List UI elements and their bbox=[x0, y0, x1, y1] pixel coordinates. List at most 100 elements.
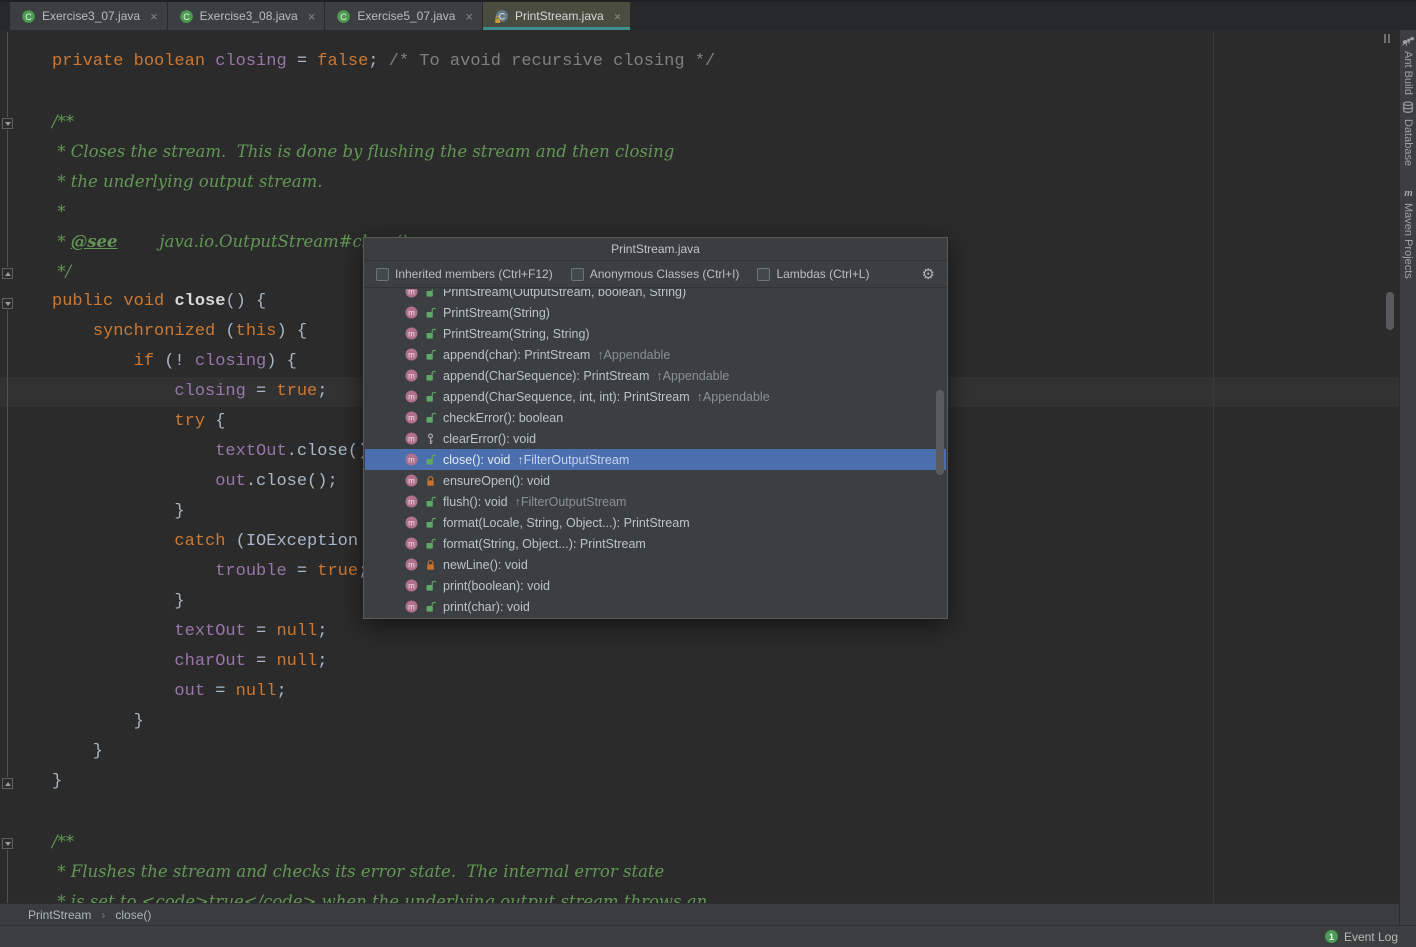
filter-inherited-members-ctrl-f12[interactable]: Inherited members (Ctrl+F12) bbox=[376, 267, 553, 281]
code-line[interactable]: private boolean closing = false; /* To a… bbox=[0, 47, 1399, 77]
fold-marker-icon[interactable] bbox=[2, 298, 13, 309]
structure-item-printstream[interactable]: mPrintStream(String) bbox=[365, 302, 946, 323]
structure-item-format[interactable]: mformat(String, Object...): PrintStream bbox=[365, 533, 946, 554]
structure-item-flush[interactable]: mflush(): void↑FilterOutputStream bbox=[365, 491, 946, 512]
code-token: synchronized bbox=[93, 322, 215, 341]
structure-item-ensureopen[interactable]: mensureOpen(): void bbox=[365, 470, 946, 491]
tab-exercise5-07-java[interactable]: CExercise5_07.java× bbox=[325, 2, 483, 30]
structure-item-newline[interactable]: mnewLine(): void bbox=[365, 554, 946, 575]
event-log-button[interactable]: 1 Event Log bbox=[1325, 930, 1398, 944]
tab-close-icon[interactable]: × bbox=[465, 10, 473, 23]
tab-exercise3-08-java[interactable]: CExercise3_08.java× bbox=[168, 2, 326, 30]
database-icon bbox=[1402, 101, 1414, 114]
code-line[interactable]: /** bbox=[0, 827, 1399, 857]
code-line[interactable]: } bbox=[0, 707, 1399, 737]
tab-close-icon[interactable]: × bbox=[614, 10, 622, 23]
code-line[interactable]: /** bbox=[0, 107, 1399, 137]
visibility-priv-icon bbox=[425, 475, 436, 487]
code-line[interactable]: } bbox=[0, 737, 1399, 767]
svg-text:C: C bbox=[25, 12, 32, 22]
code-token: (! bbox=[154, 352, 195, 371]
breadcrumb-item-printstream[interactable]: PrintStream bbox=[28, 908, 91, 922]
visibility-pub-icon bbox=[425, 454, 436, 466]
code-token: { bbox=[205, 412, 225, 431]
code-line[interactable]: textOut = null; bbox=[0, 617, 1399, 647]
code-token: if bbox=[134, 352, 154, 371]
code-line[interactable]: } bbox=[0, 767, 1399, 797]
code-line[interactable] bbox=[0, 77, 1399, 107]
structure-item-clearerror[interactable]: mclearError(): void bbox=[365, 428, 946, 449]
structure-item-label: append(CharSequence): PrintStream bbox=[443, 369, 649, 383]
tab-exercise3-07-java[interactable]: CExercise3_07.java× bbox=[10, 2, 168, 30]
tab-printstream-java[interactable]: CPrintStream.java× bbox=[483, 2, 631, 30]
code-token bbox=[52, 682, 174, 701]
structure-item-checkerror[interactable]: mcheckError(): boolean bbox=[365, 407, 946, 428]
visibility-pub-icon bbox=[425, 580, 436, 592]
inherited-from-label: ↑Appendable bbox=[656, 369, 729, 383]
structure-item-append[interactable]: mappend(char): PrintStream↑Appendable bbox=[365, 344, 946, 365]
code-line[interactable]: * Closes the stream. This is done by flu… bbox=[0, 137, 1399, 167]
filter-anonymous-classes-ctrl-i[interactable]: Anonymous Classes (Ctrl+I) bbox=[571, 267, 740, 281]
inherited-from-label: ↑FilterOutputStream bbox=[515, 495, 627, 509]
visibility-pub-icon bbox=[425, 349, 436, 361]
code-token bbox=[52, 652, 174, 671]
checkbox-icon[interactable] bbox=[757, 268, 770, 281]
code-token: } bbox=[52, 772, 62, 791]
structure-item-print[interactable]: mprint(boolean): void bbox=[365, 575, 946, 596]
visibility-pub-icon bbox=[425, 370, 436, 382]
structure-item-label: append(CharSequence, int, int): PrintStr… bbox=[443, 390, 690, 404]
code-line[interactable]: * Flushes the stream and checks its erro… bbox=[0, 857, 1399, 887]
method-icon: m bbox=[405, 306, 418, 319]
fold-marker-icon[interactable] bbox=[2, 778, 13, 789]
code-line[interactable]: out = null; bbox=[0, 677, 1399, 707]
code-token: out bbox=[215, 472, 246, 491]
code-token: ) { bbox=[266, 352, 297, 371]
structure-item-print[interactable]: mprint(char): void bbox=[365, 596, 946, 617]
tool-window-label: Database bbox=[1402, 119, 1414, 166]
code-token bbox=[205, 52, 215, 71]
code-token: = bbox=[246, 652, 277, 671]
code-token: null bbox=[276, 622, 317, 641]
structure-item-append[interactable]: mappend(CharSequence): PrintStream↑Appen… bbox=[365, 365, 946, 386]
fold-marker-icon[interactable] bbox=[2, 118, 13, 129]
code-line[interactable]: * the underlying output stream. bbox=[0, 167, 1399, 197]
breadcrumb-item-close[interactable]: close() bbox=[115, 908, 151, 922]
tab-close-icon[interactable]: × bbox=[150, 10, 158, 23]
popup-scrollbar[interactable] bbox=[936, 390, 944, 475]
visibility-pub-icon bbox=[425, 601, 436, 613]
code-token: .close(); bbox=[246, 472, 338, 491]
file-structure-popup: PrintStream.java Inherited members (Ctrl… bbox=[363, 237, 948, 619]
tool-window-button-database[interactable]: Database bbox=[1400, 101, 1416, 166]
code-line[interactable]: * bbox=[0, 197, 1399, 227]
structure-item-format[interactable]: mformat(Locale, String, Object...): Prin… bbox=[365, 512, 946, 533]
svg-text:m: m bbox=[408, 603, 415, 612]
structure-item-printstream[interactable]: mPrintStream(OutputStream, boolean, Stri… bbox=[365, 289, 946, 302]
fold-marker-icon[interactable] bbox=[2, 838, 13, 849]
java-class-icon: C bbox=[21, 9, 36, 24]
code-line[interactable]: charOut = null; bbox=[0, 647, 1399, 677]
filter-lambdas-ctrl-l[interactable]: Lambdas (Ctrl+L) bbox=[757, 267, 869, 281]
tool-window-button-maven-projects[interactable]: m Maven Projects bbox=[1400, 186, 1416, 279]
settings-gear-icon[interactable]: ⚙ bbox=[922, 267, 935, 282]
tool-window-button-ant-build[interactable]: Ant Build bbox=[1400, 34, 1416, 95]
tool-window-label: Maven Projects bbox=[1402, 203, 1414, 279]
fold-guide-line bbox=[7, 310, 8, 777]
chevron-right-icon: › bbox=[101, 908, 105, 922]
popup-title[interactable]: PrintStream.java bbox=[364, 238, 947, 261]
fold-marker-icon[interactable] bbox=[2, 268, 13, 279]
code-token: ( bbox=[215, 322, 235, 341]
tab-close-icon[interactable]: × bbox=[308, 10, 316, 23]
maven-icon: m bbox=[1402, 186, 1415, 198]
checkbox-icon[interactable] bbox=[571, 268, 584, 281]
editor-scrollbar[interactable] bbox=[1386, 292, 1394, 330]
code-token: * Flushes the stream and checks its erro… bbox=[52, 862, 664, 881]
structure-item-close[interactable]: mclose(): void↑FilterOutputStream bbox=[365, 449, 946, 470]
code-line[interactable] bbox=[0, 797, 1399, 827]
checkbox-icon[interactable] bbox=[376, 268, 389, 281]
structure-item-append[interactable]: mappend(CharSequence, int, int): PrintSt… bbox=[365, 386, 946, 407]
code-token: true bbox=[276, 382, 317, 401]
code-token bbox=[52, 472, 215, 491]
structure-item-printstream[interactable]: mPrintStream(String, String) bbox=[365, 323, 946, 344]
code-line[interactable]: * is set to <code>true</code> when the u… bbox=[0, 887, 1399, 903]
method-icon: m bbox=[405, 289, 418, 298]
